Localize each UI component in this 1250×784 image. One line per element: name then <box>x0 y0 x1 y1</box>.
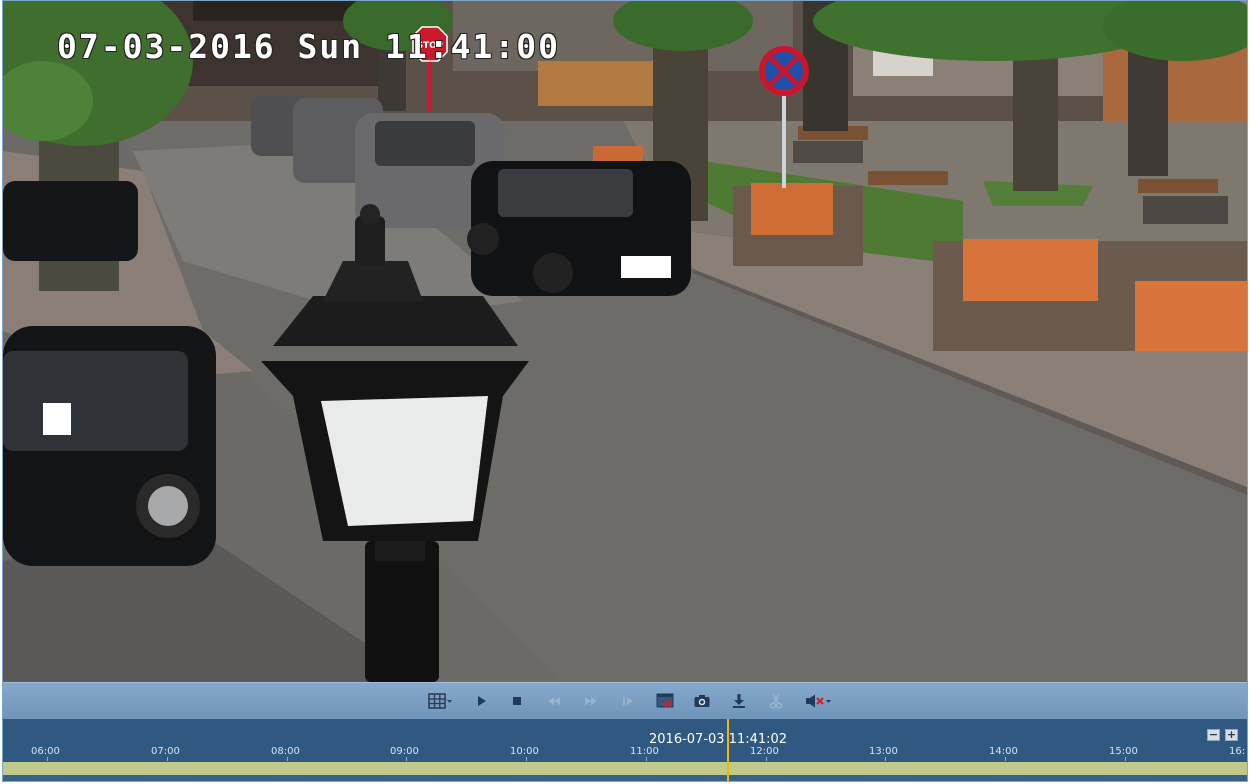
grid-icon <box>428 693 452 709</box>
stop-button[interactable] <box>503 688 531 714</box>
timeline-tick-mark <box>885 757 886 761</box>
clip-button[interactable] <box>762 688 790 714</box>
timeline-tick-mark <box>766 757 767 761</box>
timeline-tick-label: 13:00 <box>869 746 898 757</box>
playback-window: STOP 07-03-2016 Sun 11:41:00 2016-07-03 … <box>2 0 1248 782</box>
timeline-tick-label: 15:00 <box>1109 746 1138 757</box>
frame-step-icon <box>623 697 633 705</box>
camera-icon <box>694 695 710 707</box>
timeline-tick-mark <box>646 757 647 761</box>
timeline-current-time: 2016-07-03 11:41:02 <box>649 732 788 747</box>
timeline-tick-label: 06:00 <box>31 746 60 757</box>
timeline-tick-label: 07:00 <box>151 746 180 757</box>
window-close-icon <box>656 693 674 708</box>
video-viewport[interactable]: STOP 07-03-2016 Sun 11:41:00 <box>3 1 1247 682</box>
timeline-tick-mark <box>526 757 527 761</box>
timeline-zoom-out-button[interactable]: − <box>1207 729 1220 741</box>
slow-backward-button[interactable] <box>540 688 568 714</box>
close-all-windows-button[interactable] <box>651 688 679 714</box>
timeline-tick-label: 14:00 <box>989 746 1018 757</box>
timeline-tick-label: 16: <box>1229 746 1246 757</box>
layout-grid-button[interactable] <box>426 688 454 714</box>
play-button[interactable] <box>467 688 495 714</box>
timeline-tick-mark <box>47 757 48 761</box>
camera-scene: STOP <box>3 1 1247 682</box>
timeline-tick-mark <box>1005 757 1006 761</box>
playback-timeline[interactable]: 2016-07-03 11:41:02 06:00 07:00 08:00 09… <box>3 719 1247 781</box>
mute-button[interactable] <box>804 688 832 714</box>
timeline-playhead[interactable] <box>727 719 729 781</box>
fast-forward-button[interactable] <box>577 688 605 714</box>
timeline-tick-label: 08:00 <box>271 746 300 757</box>
rewind-icon <box>548 697 560 705</box>
download-icon <box>733 694 745 708</box>
timeline-tick-mark <box>167 757 168 761</box>
recording-band[interactable] <box>3 762 1247 775</box>
timeline-zoom-in-button[interactable]: + <box>1225 729 1238 741</box>
timeline-tick-label: 11:00 <box>630 746 659 757</box>
speaker-muted-icon <box>806 694 831 708</box>
timeline-tick-mark <box>406 757 407 761</box>
download-button[interactable] <box>725 688 753 714</box>
timeline-tick-label: 12:00 <box>750 746 779 757</box>
play-icon <box>478 696 486 706</box>
frame-step-button[interactable] <box>614 688 642 714</box>
fast-forward-icon <box>585 697 597 705</box>
playback-toolbar <box>3 682 1247 719</box>
timeline-tick-label: 09:00 <box>390 746 419 757</box>
scissors-icon <box>769 693 783 709</box>
stop-icon <box>513 697 521 705</box>
snapshot-button[interactable] <box>688 688 716 714</box>
timeline-tick-mark <box>287 757 288 761</box>
timeline-tick-label: 10:00 <box>510 746 539 757</box>
timeline-bottom-strip <box>3 775 1247 781</box>
osd-timestamp: 07-03-2016 Sun 11:41:00 <box>57 27 560 66</box>
timeline-tick-mark <box>1125 757 1126 761</box>
